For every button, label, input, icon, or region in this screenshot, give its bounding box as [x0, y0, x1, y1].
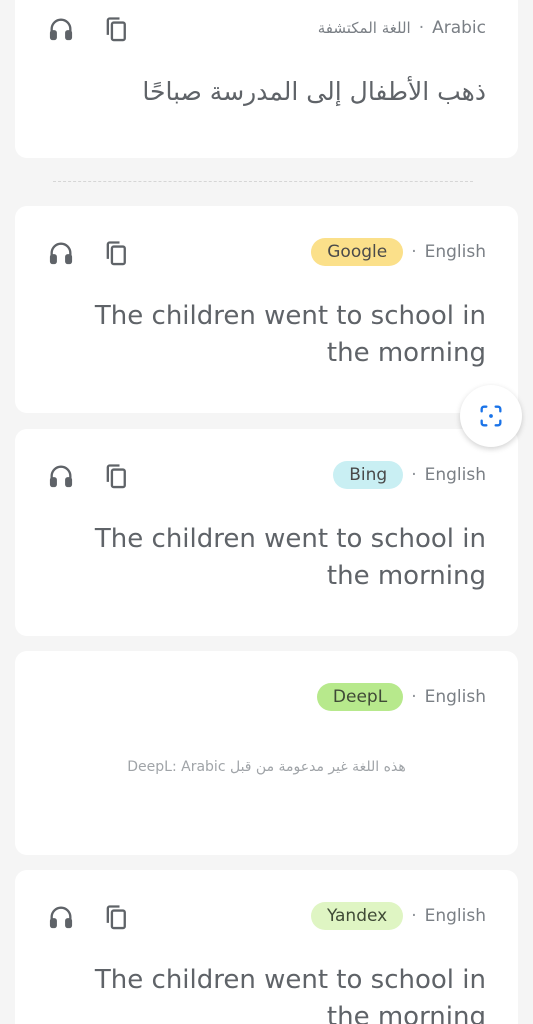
result-card-google: Google · English The children went to sc…: [15, 206, 518, 413]
headphones-icon: [49, 18, 73, 41]
result-card-yandex: Yandex · English The children went to sc…: [15, 870, 518, 1024]
yandex-meta: Yandex · English: [310, 902, 486, 930]
copy-icon: [106, 464, 126, 489]
engine-badge-bing: Bing: [333, 461, 404, 489]
listen-yandex-button[interactable]: [46, 902, 76, 932]
copy-google-button[interactable]: [101, 238, 131, 268]
copy-bing-button[interactable]: [101, 461, 131, 491]
headphones-icon: [49, 906, 73, 929]
copy-yandex-button[interactable]: [101, 902, 131, 932]
engine-badge-google: Google: [311, 238, 404, 266]
scan-icon: [480, 405, 502, 427]
scan-button[interactable]: [460, 385, 522, 447]
source-text[interactable]: ذهب الأطفال إلى المدرسة صباحًا: [55, 73, 486, 110]
source-language-label: اللغة المكتشفة · Arabic: [318, 18, 486, 38]
target-language-google: English: [424, 242, 486, 262]
deepl-meta: DeepL · English: [316, 683, 486, 711]
target-language-bing: English: [424, 465, 486, 485]
listen-bing-button[interactable]: [46, 461, 76, 491]
copy-icon: [106, 17, 126, 42]
source-card: اللغة المكتشفة · Arabic ذهب الأطفال إلى …: [15, 0, 518, 158]
translation-text-yandex[interactable]: The children went to school in the morni…: [55, 962, 486, 1024]
separator-dot: ·: [411, 687, 417, 707]
headphones-icon: [49, 242, 73, 265]
unsupported-language-note: هذه اللغة غير مدعومة من قبل DeepL: Arabi…: [127, 759, 406, 775]
separator-dot: ·: [418, 18, 425, 38]
result-card-deepl: DeepL · English هذه اللغة غير مدعومة من …: [15, 651, 518, 855]
separator-dot: ·: [411, 465, 417, 485]
separator-dot: ·: [411, 242, 417, 262]
engine-badge-yandex: Yandex: [310, 902, 404, 930]
bing-meta: Bing · English: [333, 461, 486, 489]
separator-dot: ·: [411, 906, 417, 926]
headphones-icon: [49, 465, 73, 488]
translation-text-google[interactable]: The children went to school in the morni…: [55, 298, 486, 372]
source-language-name: Arabic: [432, 18, 486, 38]
listen-source-button[interactable]: [46, 14, 76, 44]
result-card-bing: Bing · English The children went to scho…: [15, 429, 518, 636]
copy-icon: [106, 905, 126, 930]
section-divider: [53, 181, 473, 182]
copy-icon: [106, 241, 126, 266]
copy-source-button[interactable]: [101, 14, 131, 44]
listen-google-button[interactable]: [46, 238, 76, 268]
target-language-deepl: English: [424, 687, 486, 707]
engine-badge-deepl: DeepL: [316, 683, 404, 711]
google-meta: Google · English: [311, 238, 486, 266]
target-language-yandex: English: [424, 906, 486, 926]
detected-language-caption: اللغة المكتشفة: [317, 19, 411, 37]
translation-text-bing[interactable]: The children went to school in the morni…: [55, 521, 486, 595]
